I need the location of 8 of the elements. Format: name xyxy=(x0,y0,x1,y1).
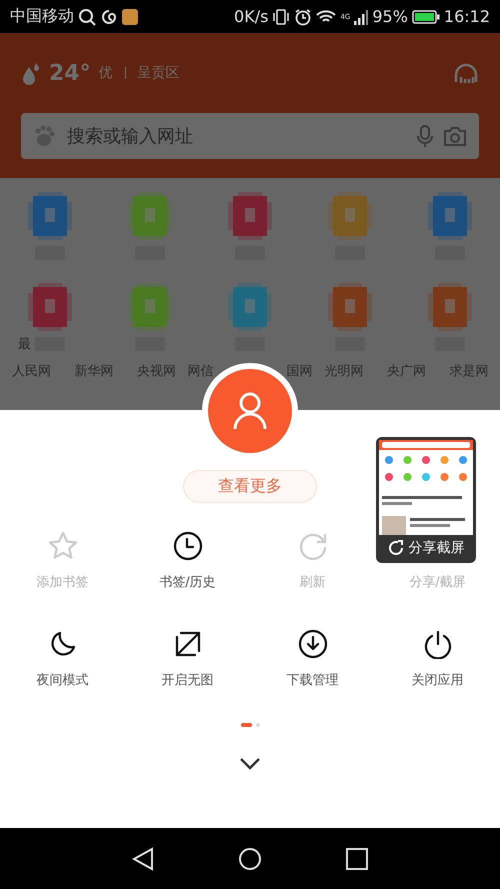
site-label: 最 xyxy=(18,336,31,353)
network-speed: 0K/s xyxy=(234,7,268,26)
air-quality: 优 xyxy=(98,64,113,82)
temperature: 24° xyxy=(49,60,91,86)
clock-time: 16:12 xyxy=(444,7,490,26)
carrier-name: 中国移动 xyxy=(10,6,74,27)
share-screenshot-label: 分享截屏 xyxy=(408,538,464,556)
battery-level: 95% xyxy=(372,7,408,26)
